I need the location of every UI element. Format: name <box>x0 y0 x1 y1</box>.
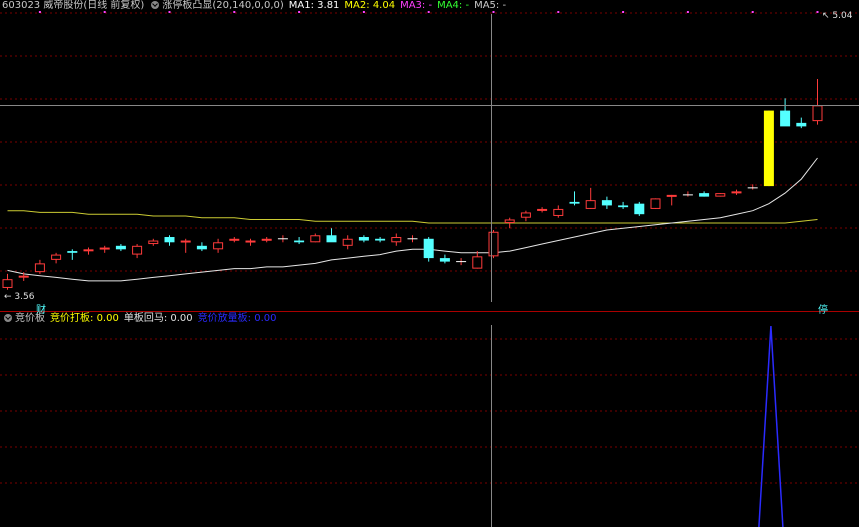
ma1-readout: MA1: 3.81 <box>289 0 340 11</box>
low-price-value: 3.56 <box>14 292 35 302</box>
candle-body <box>520 212 531 218</box>
signal-dot <box>557 11 560 13</box>
candle-body <box>196 245 207 250</box>
low-price-label: ← 3.56 <box>4 292 35 302</box>
candle-body <box>261 238 272 241</box>
indicator-settings-icon[interactable] <box>151 1 160 9</box>
volume-board-label: 竞价放量板: <box>197 313 252 324</box>
signal-dot <box>686 11 689 13</box>
candle-body <box>537 208 548 211</box>
high-price-value: 5.04 <box>832 11 853 21</box>
chart-canvas <box>0 11 859 527</box>
candle-body <box>796 122 807 127</box>
volume-board-value: 0.00 <box>254 313 277 324</box>
single-board-value: 0.00 <box>170 313 193 324</box>
candle-body <box>245 240 256 243</box>
ma3-readout: MA3: - <box>400 0 433 11</box>
candle-body <box>618 205 629 208</box>
candle-body <box>132 245 143 255</box>
candle-body <box>569 201 580 204</box>
ma5-readout: MA5: - <box>474 0 507 11</box>
ma2-label: MA2: <box>344 0 370 11</box>
suspension-marker[interactable]: 停 <box>818 301 828 316</box>
candle-body <box>2 279 13 288</box>
candle-body <box>18 275 29 278</box>
candle-body <box>164 237 175 243</box>
candle-body <box>310 235 321 243</box>
volume-board-spike <box>758 325 784 527</box>
candle-body <box>601 200 612 206</box>
signal-dot <box>622 11 625 13</box>
signal-dot <box>751 11 754 13</box>
ma2-readout: MA2: 4.04 <box>344 0 395 11</box>
candle-body <box>99 247 110 250</box>
candle-body <box>294 240 305 243</box>
ma1-value: 3.81 <box>317 0 340 11</box>
candle-body <box>763 110 774 187</box>
candle-body <box>439 258 450 262</box>
candle-body <box>67 251 78 253</box>
candle-body <box>213 242 224 250</box>
candle-body <box>488 231 499 257</box>
indicator-settings-icon[interactable] <box>4 314 12 322</box>
candle-body <box>650 198 661 209</box>
single-board-label: 单板回马: <box>123 313 168 324</box>
candle-body <box>358 237 369 241</box>
candle-body <box>391 237 402 243</box>
ma1-label: MA1: <box>288 0 314 11</box>
candle-body <box>115 245 126 250</box>
signal-dot <box>816 11 819 13</box>
candle-body <box>634 203 645 215</box>
candle-body <box>731 191 742 194</box>
ma2-line <box>7 210 818 224</box>
candle-body <box>780 110 791 127</box>
finance-marker[interactable]: 财 <box>36 301 46 316</box>
ma2-value: 4.04 <box>372 0 396 11</box>
candle-body <box>699 193 710 197</box>
candle-body <box>342 238 353 246</box>
candle-body <box>148 240 159 245</box>
auction-board-value: 0.00 <box>96 313 119 324</box>
candle-body <box>34 263 45 273</box>
candle-body <box>51 254 62 260</box>
candle-body <box>472 256 483 269</box>
candle-body <box>229 238 240 241</box>
indicator-name[interactable]: 涨停板凸显(20,140,0,0,0) <box>162 0 283 11</box>
ma1-line <box>7 157 818 282</box>
candle-body <box>326 235 337 243</box>
candle-body <box>585 200 596 209</box>
candle-body <box>83 249 94 252</box>
single-board-readout: 单板回马: 0.00 <box>124 313 193 324</box>
candle-body <box>423 238 434 259</box>
auction-board-label: 竞价打板: <box>50 313 94 324</box>
stock-title[interactable]: 603023 威帝股份(日线 前复权) <box>2 0 144 11</box>
candle-body <box>553 208 564 216</box>
candle-body <box>504 219 515 223</box>
candle-body <box>812 105 823 122</box>
candle-body <box>180 240 191 243</box>
high-price-label: ↖ 5.04 <box>822 11 853 21</box>
auction-board-readout: 竞价打板: 0.00 <box>50 313 119 324</box>
candle-body <box>375 238 386 241</box>
main-chart-header: 603023 威帝股份(日线 前复权) 涨停板凸显(20,140,0,0,0) MA… <box>2 0 511 12</box>
candle-body <box>666 194 677 197</box>
volume-board-readout: 竞价放量板: 0.00 <box>198 313 277 324</box>
candle-body <box>715 193 726 197</box>
ma4-readout: MA4: - <box>437 0 470 11</box>
